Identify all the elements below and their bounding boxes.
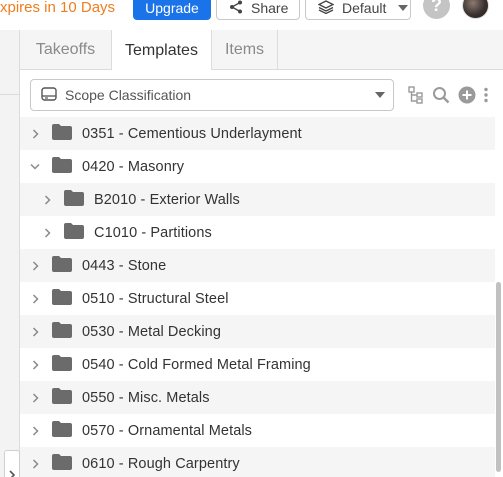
layers-dropdown-label: Default [342, 0, 387, 16]
chevron-right-icon[interactable] [42, 227, 52, 238]
drive-icon [41, 86, 57, 104]
tree-row[interactable]: 0443 - Stone [20, 249, 495, 282]
folder-icon [52, 354, 72, 375]
chevron-right-icon[interactable] [30, 458, 40, 469]
tree-row-label: 0510 - Structural Steel [82, 290, 229, 307]
template-tree: 0351 - Cementious Underlayment 0420 - Ma… [20, 117, 503, 477]
chevron-right-icon[interactable] [30, 359, 40, 370]
tab-bar: Takeoffs Templates Items [20, 30, 503, 71]
tree-row-label: C1010 - Partitions [94, 224, 212, 241]
tree-row[interactable]: B2010 - Exterior Walls [20, 183, 495, 216]
folder-icon [64, 222, 84, 243]
avatar[interactable] [462, 0, 489, 19]
folder-icon [64, 189, 84, 210]
share-icon [229, 0, 243, 17]
folder-icon [52, 255, 72, 276]
chevron-right-icon[interactable] [30, 260, 40, 271]
chevron-right-icon[interactable] [30, 326, 40, 337]
chevron-right-icon[interactable] [42, 194, 52, 205]
classification-select[interactable]: Scope Classification [30, 79, 394, 111]
hierarchy-icon[interactable] [406, 85, 426, 105]
tab-label: Takeoffs [35, 41, 96, 58]
folder-icon [52, 420, 72, 441]
tree-row[interactable]: 0351 - Cementious Underlayment [20, 117, 495, 150]
tree-row[interactable]: 0510 - Structural Steel [20, 282, 495, 315]
upgrade-button-label: Upgrade [145, 0, 199, 16]
tree-row-label: 0351 - Cementious Underlayment [82, 125, 302, 142]
share-button[interactable]: Share [216, 0, 300, 20]
add-circle-icon[interactable] [457, 85, 477, 105]
share-button-label: Share [251, 0, 289, 16]
chevron-right-icon[interactable] [30, 293, 40, 304]
expand-panel-button[interactable] [4, 450, 20, 477]
tree-row[interactable]: 0570 - Ornamental Metals [20, 414, 495, 447]
search-icon[interactable] [431, 85, 451, 105]
tree-row-label: 0610 - Rough Carpentry [82, 455, 240, 472]
divider [0, 94, 20, 95]
tab-takeoffs[interactable]: Takeoffs [20, 30, 111, 70]
chevron-down-icon[interactable] [30, 162, 40, 172]
templates-panel: Takeoffs Templates Items Scope Classific… [20, 30, 503, 477]
top-bar: xpires in 10 Days Upgrade Share Default … [0, 0, 503, 30]
chevron-right-icon [8, 467, 16, 477]
templates-toolbar: Scope Classification [20, 70, 503, 120]
tree-row[interactable]: 0610 - Rough Carpentry [20, 447, 495, 477]
chevron-right-icon[interactable] [30, 425, 40, 436]
tree-row[interactable]: 0530 - Metal Decking [20, 315, 495, 348]
tree-row-label: 0540 - Cold Formed Metal Framing [82, 356, 311, 373]
folder-icon [52, 453, 72, 474]
folder-icon [52, 288, 72, 309]
tab-templates[interactable]: Templates [111, 30, 212, 71]
tab-items[interactable]: Items [212, 30, 278, 70]
tree-row[interactable]: 0550 - Misc. Metals [20, 381, 495, 414]
tree-row[interactable]: 0420 - Masonry [20, 150, 495, 183]
chevron-right-icon[interactable] [30, 392, 40, 403]
tree-row-label: 0420 - Masonry [82, 158, 185, 175]
folder-icon [52, 387, 72, 408]
tab-label: Items [224, 41, 265, 58]
folder-icon [52, 321, 72, 342]
app-window: xpires in 10 Days Upgrade Share Default … [0, 0, 503, 477]
folder-icon [52, 123, 72, 144]
layers-icon [317, 0, 335, 17]
help-icon[interactable]: ? [423, 0, 450, 19]
tree-row-label: 0550 - Misc. Metals [82, 389, 210, 406]
upgrade-button[interactable]: Upgrade [133, 0, 211, 20]
classification-select-value: Scope Classification [65, 87, 192, 103]
folder-icon [52, 156, 72, 177]
tree-row[interactable]: 0540 - Cold Formed Metal Framing [20, 348, 495, 381]
scrollbar-thumb[interactable] [496, 282, 501, 472]
caret-down-icon [375, 92, 385, 98]
chevron-right-icon[interactable] [30, 128, 40, 139]
tree-row-label: 0443 - Stone [82, 257, 167, 274]
tab-label: Templates [125, 41, 198, 59]
tree-row-label: 0570 - Ornamental Metals [82, 422, 253, 439]
trial-expiry-text[interactable]: xpires in 10 Days [0, 0, 115, 16]
tree-row-label: 0530 - Metal Decking [82, 323, 222, 340]
caret-down-icon [398, 5, 409, 11]
left-collapsed-panel [0, 30, 20, 477]
layers-dropdown[interactable]: Default [305, 0, 411, 20]
tree-row[interactable]: C1010 - Partitions [20, 216, 495, 249]
tree-row-label: B2010 - Exterior Walls [94, 191, 240, 208]
more-vertical-icon[interactable] [479, 85, 493, 105]
